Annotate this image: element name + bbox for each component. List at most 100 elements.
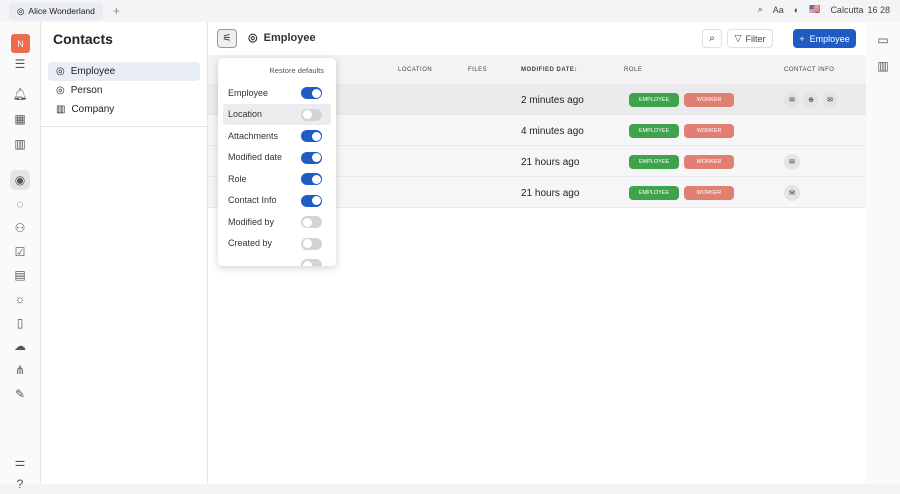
column-visibility-popup: Restore defaults Employee Location Attachm… [218,58,336,266]
option-label: Employee [228,87,269,98]
column-option[interactable] [223,254,331,266]
toggle-switch[interactable] [301,259,322,266]
modified-date: 2 minutes ago [521,95,584,106]
option-label: Created by [228,238,273,248]
divider [41,126,208,127]
calendar-icon[interactable]: ▭ [873,30,893,50]
calendar-icon[interactable]: ▦ [10,109,30,129]
toggle-switch[interactable] [301,194,322,207]
help-icon[interactable]: ? [10,474,30,494]
right-rail: ▭ ▥ [866,22,900,484]
column-option[interactable]: Employee [223,82,331,103]
nav-item-person[interactable]: ◎ Person [48,81,200,100]
option-label: Attachments [228,130,279,141]
option-label: Role [228,173,247,184]
toggle-switch[interactable] [301,237,322,250]
view-options-button[interactable]: ⚟ [217,29,237,48]
column-role[interactable]: ROLE [624,67,642,73]
restore-defaults-button[interactable]: Restore defaults [269,66,324,75]
people-icon[interactable]: ⚇ [10,218,30,238]
column-option[interactable]: Location [223,103,331,125]
menu-icon[interactable]: ☰ [10,54,30,74]
building-icon[interactable]: ▥ [873,56,893,76]
page-title: Employee [263,31,316,44]
modified-date: 21 hours ago [521,157,580,168]
role-badge-employee: EMPLOYEE [629,124,679,138]
option-label: Contact Info [228,195,277,205]
font-size-button[interactable]: Aa [773,5,784,15]
role-badge-employee: EMPLOYEE [629,186,679,200]
role-badge-worker: WORKER [684,186,734,200]
app-rail: N ☰ 🔔︎ ▦ ▥ ◉ ◌ ⚇ ☑ ▤ ☼ ▯ ☁ ⋔ ✎ ⚌ ? [0,22,41,491]
toggle-switch[interactable] [301,151,322,164]
sun-icon[interactable]: ☼ [10,289,30,309]
settings-sliders-icon[interactable]: ⚌ [10,452,30,472]
option-label: Modified by [228,216,275,227]
chat-icon[interactable]: ◌ [10,194,30,214]
person-icon: ◎ [56,85,65,96]
nav-item-label: Employee [70,66,116,77]
nav-item-employee[interactable]: ◎ Employee [48,62,200,81]
theme-icon[interactable]: ◐ [794,5,799,15]
add-tab-button[interactable]: + [113,4,120,18]
sort-icon[interactable]: ↕ [574,67,578,73]
nav-item-company[interactable]: ▥ Company [48,100,200,119]
column-files[interactable]: FILES [468,67,487,73]
column-contact-info[interactable]: CONTACT INFO [784,67,834,73]
plus-icon: + [799,33,805,44]
filter-label: Filter [745,33,766,44]
checkbox-icon[interactable]: ☑ [10,242,30,262]
column-modified-date[interactable]: MODIFIED DATE [521,67,574,73]
option-label: Modified date [228,152,283,162]
add-label: Employee [809,33,850,44]
top-bar: ◎ Alice Wonderland + ⌕ Aa ◐ 🇺🇸 Calcutta 1… [0,0,900,22]
toggle-switch[interactable] [301,87,322,99]
person-icon: ◎ [17,5,25,16]
location-label: Calcutta [830,4,864,15]
role-badge-employee: EMPLOYEE [629,155,679,169]
toggle-switch[interactable] [301,216,322,228]
workspace-logo[interactable]: N [11,34,30,53]
search-button[interactable]: ⌕ [702,29,722,48]
contacts-nav: Contacts ◎ Employee ◎ Person ▥ Company [41,22,208,484]
sliders-icon: ⚟ [222,33,232,44]
mail-icon[interactable]: ✉ [784,185,800,201]
bell-icon[interactable]: 🔔︎ [10,84,30,104]
clock: 16 28 [867,4,890,15]
edit-icon[interactable]: ✎ [10,384,30,404]
person-icon: ◎ [248,32,258,44]
column-option[interactable]: Role [223,168,331,189]
role-badge-employee: EMPLOYEE [629,93,679,107]
flag-icon[interactable]: 🇺🇸 [809,4,820,15]
search-icon[interactable]: ⌕ [758,4,763,15]
search-icon: ⌕ [709,33,715,44]
building-icon[interactable]: ▥ [10,134,30,154]
add-employee-button[interactable]: + Employee [793,29,856,48]
document-icon[interactable]: ▤ [10,265,30,285]
workspace-tab[interactable]: ◎ Alice Wonderland [9,2,103,20]
column-option[interactable]: Created by [223,233,331,254]
role-badge-worker: WORKER [684,155,734,169]
toggle-switch[interactable] [301,108,322,121]
tree-icon[interactable]: ⋔ [10,360,30,380]
column-option[interactable]: Modified date [223,147,331,168]
filter-icon: ▽ [734,33,742,43]
globe-icon[interactable]: ⊕ [803,92,819,108]
nav-item-label: Company [71,104,115,115]
mail-icon[interactable]: ✉ [784,92,800,108]
column-option[interactable]: Attachments [223,125,331,146]
mail-icon[interactable]: ✉ [784,154,800,170]
toggle-switch[interactable] [301,130,322,142]
modified-date: 21 hours ago [521,188,580,199]
contacts-icon[interactable]: ◉ [10,170,30,190]
nav-item-label: Person [70,85,103,96]
book-icon[interactable]: ▯ [10,313,30,333]
cloud-icon[interactable]: ☁ [10,336,30,356]
building-icon: ▥ [56,104,66,115]
filter-button[interactable]: ▽ Filter [727,29,773,48]
column-option[interactable]: Contact Info [223,190,331,211]
toggle-switch[interactable] [301,173,322,185]
column-location[interactable]: LOCATION [398,67,432,73]
mail-icon[interactable]: ✉ [822,92,838,108]
column-option[interactable]: Modified by [223,211,331,232]
